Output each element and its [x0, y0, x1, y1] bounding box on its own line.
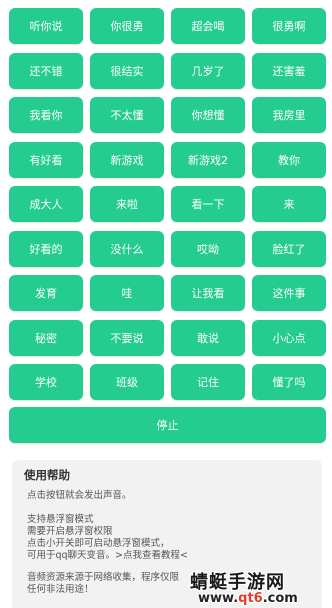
- sound-button[interactable]: 新游戏2: [171, 141, 245, 178]
- watermark-url-prefix: www.: [198, 591, 239, 606]
- sound-button[interactable]: 好看的: [9, 230, 83, 267]
- sound-button[interactable]: 哎呦: [171, 230, 245, 267]
- watermark-url-suffix: .com: [262, 591, 298, 606]
- help-text: 需要开启悬浮窗权限: [27, 526, 113, 537]
- help-title: 使用帮助: [24, 468, 70, 482]
- sound-button[interactable]: 我看你: [9, 97, 83, 133]
- sound-button[interactable]: 听你说: [9, 8, 83, 44]
- sound-button[interactable]: 我房里: [252, 97, 326, 133]
- sound-button[interactable]: 敢说: [171, 319, 245, 356]
- sound-button-grid: 听你说 你很勇 超会喝 很勇啊 还不错 很结实 几岁了 还害羞 我看你 不太懂 你想懂 我房里 有好看新…: [9, 8, 326, 400]
- sound-button[interactable]: 记住: [171, 364, 245, 400]
- sound-button[interactable]: 还不错: [9, 52, 83, 89]
- sound-button[interactable]: 不要说: [90, 319, 164, 356]
- help-text: 支持悬浮窗模式: [27, 514, 94, 525]
- sound-button[interactable]: 几岁了: [171, 52, 245, 89]
- help-text: 音频资源来源于网络收集，程序仅限: [27, 572, 180, 583]
- sound-button[interactable]: 看一下: [171, 186, 245, 222]
- sound-button[interactable]: 你很勇: [90, 8, 164, 44]
- sound-button[interactable]: 超会喝: [171, 8, 245, 44]
- sound-button[interactable]: 还害羞: [252, 52, 326, 89]
- stop-button[interactable]: 停止: [9, 407, 326, 443]
- sound-button[interactable]: 懂了吗: [252, 364, 326, 400]
- sound-button[interactable]: 很结实: [90, 52, 164, 89]
- sound-button[interactable]: 小心点: [252, 319, 326, 356]
- sound-button[interactable]: 发育: [9, 275, 83, 311]
- help-text: 点击按钮就会发出声音。: [27, 490, 132, 501]
- site-watermark: 蜻蜓手游网 www.qt6.com: [190, 568, 332, 608]
- sound-button[interactable]: 秘密: [9, 319, 83, 356]
- sound-button[interactable]: 没什么: [90, 230, 164, 267]
- sound-button[interactable]: 学校: [9, 364, 83, 400]
- sound-button[interactable]: 来啦: [90, 186, 164, 222]
- sound-button[interactable]: 成大人: [9, 186, 83, 222]
- sound-button[interactable]: 这件事: [252, 275, 326, 311]
- sound-button[interactable]: 你想懂: [171, 97, 245, 133]
- sound-button[interactable]: 教你: [252, 141, 326, 178]
- help-text: 任何非法用途！: [27, 584, 94, 595]
- sound-button[interactable]: 哇: [90, 275, 164, 311]
- sound-button[interactable]: 来: [252, 186, 326, 222]
- sound-button[interactable]: 新游戏: [90, 141, 164, 178]
- watermark-url-main: qt6: [238, 591, 263, 606]
- sound-button[interactable]: 有好看: [9, 141, 83, 178]
- watermark-url: www.qt6.com: [198, 591, 298, 606]
- sound-button[interactable]: 很勇啊: [252, 8, 326, 44]
- sound-button[interactable]: 不太懂: [90, 97, 164, 133]
- help-text: 点击小开关即可启动悬浮窗模式，: [27, 538, 170, 549]
- tutorial-link[interactable]: 可用于qq聊天变音。>点我查看教程<: [27, 550, 188, 562]
- sound-button[interactable]: 让我看: [171, 275, 245, 311]
- sound-button[interactable]: 班级: [90, 364, 164, 400]
- sound-button[interactable]: 脸红了: [252, 230, 326, 267]
